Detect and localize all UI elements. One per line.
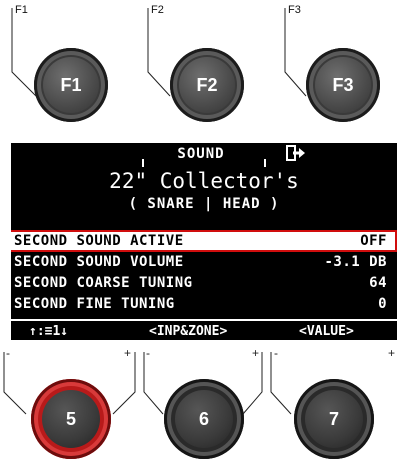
exit-arrow-icon[interactable] bbox=[286, 145, 306, 165]
knob-7-label: 7 bbox=[305, 390, 363, 448]
header-tick-left bbox=[142, 159, 144, 167]
f3-button-label: F3 bbox=[315, 57, 371, 113]
param-row-second-sound-volume[interactable]: SECOND SOUND VOLUME -3.1 DB bbox=[11, 253, 395, 271]
knob-6-label: 6 bbox=[175, 390, 233, 448]
softkey-input-zone-label: <INP&ZONE> bbox=[149, 324, 228, 339]
param-label: SECOND COARSE TUNING bbox=[14, 275, 193, 291]
param-label: SECOND SOUND ACTIVE bbox=[14, 233, 184, 249]
knob-7-minus: - bbox=[274, 346, 278, 360]
param-value: 64 bbox=[369, 275, 387, 291]
softkey-bar: ↑:≡1↓ <INP&ZONE> <VALUE> bbox=[11, 319, 397, 340]
kit-name: 22" Collector's bbox=[109, 169, 299, 193]
param-label: SECOND FINE TUNING bbox=[14, 296, 175, 312]
f3-button[interactable]: F3 bbox=[306, 48, 380, 122]
knob-6-plus: + bbox=[252, 346, 260, 360]
lcd-display: SOUND 22" Collector's ( SNARE | HEAD ) S… bbox=[11, 143, 397, 340]
knob-6-minus: - bbox=[146, 346, 150, 360]
display-header: SOUND bbox=[11, 143, 397, 167]
header-tick-right bbox=[264, 159, 266, 167]
callout-f2: F2 bbox=[151, 4, 164, 16]
f1-button[interactable]: F1 bbox=[34, 48, 108, 122]
softkey-scroll-label: ↑:≡1↓ bbox=[29, 324, 69, 339]
callout-f1: F1 bbox=[15, 4, 28, 16]
knob-7[interactable]: 7 bbox=[294, 379, 374, 459]
param-label: SECOND SOUND VOLUME bbox=[14, 254, 184, 270]
param-row-second-fine-tuning[interactable]: SECOND FINE TUNING 0 bbox=[11, 295, 395, 313]
knob-5-plus: + bbox=[124, 346, 132, 360]
knob-5[interactable]: 5 bbox=[31, 379, 111, 459]
param-value: -3.1 DB bbox=[324, 254, 387, 270]
instrument-subtitle: ( SNARE | HEAD ) bbox=[128, 196, 280, 212]
param-row-second-coarse-tuning[interactable]: SECOND COARSE TUNING 64 bbox=[11, 274, 395, 292]
menu-title: SOUND bbox=[177, 146, 225, 162]
knob-5-minus: - bbox=[6, 346, 10, 360]
knob-7-plus: + bbox=[388, 346, 396, 360]
knob-5-label: 5 bbox=[42, 390, 100, 448]
f2-button[interactable]: F2 bbox=[170, 48, 244, 122]
param-value: 0 bbox=[378, 296, 387, 312]
knob-6[interactable]: 6 bbox=[164, 379, 244, 459]
softkey-value-label: <VALUE> bbox=[299, 324, 354, 339]
param-value: OFF bbox=[360, 233, 387, 249]
f1-button-label: F1 bbox=[43, 57, 99, 113]
callout-f3: F3 bbox=[288, 4, 301, 16]
param-row-second-sound-active[interactable]: SECOND SOUND ACTIVE OFF bbox=[11, 230, 397, 252]
f2-button-label: F2 bbox=[179, 57, 235, 113]
